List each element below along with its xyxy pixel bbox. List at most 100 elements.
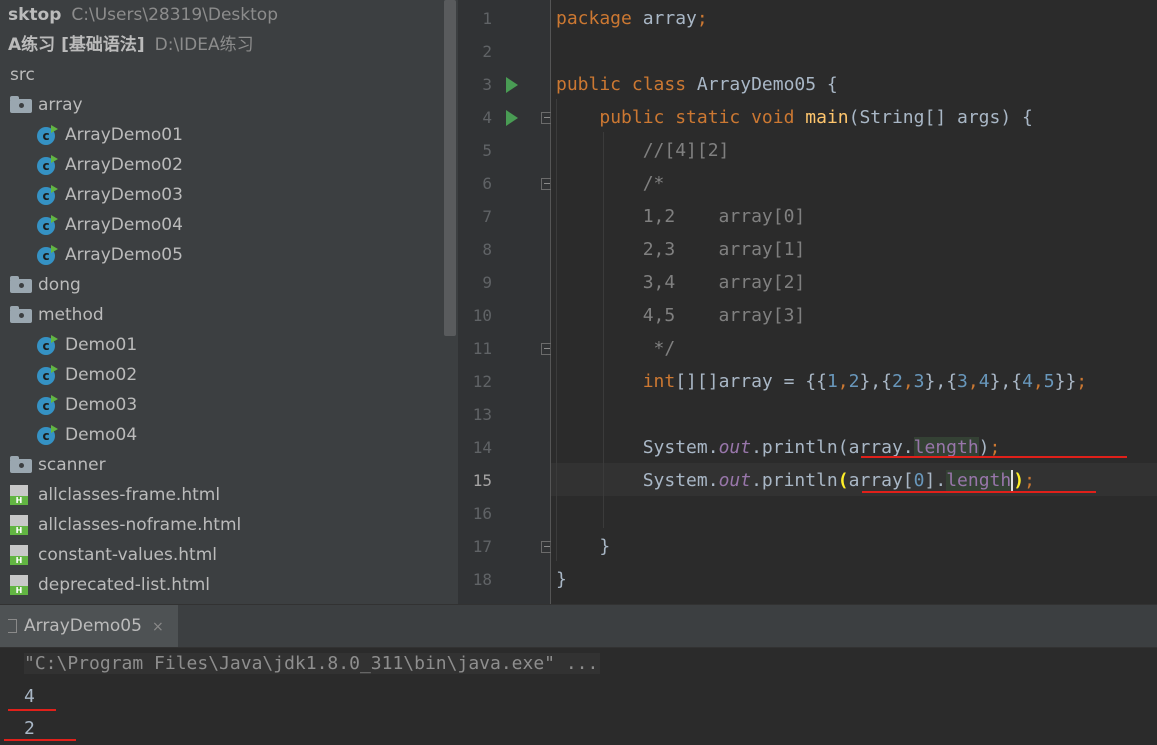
line-number: 14 <box>472 438 492 457</box>
tree-item-label: method <box>38 305 104 325</box>
tree-item[interactable]: src <box>10 60 35 90</box>
code-line[interactable]: /* <box>556 167 665 200</box>
red-annotation-line <box>861 456 1127 458</box>
java-class-icon: c <box>37 365 58 385</box>
line-number: 11 <box>472 339 492 358</box>
code-line[interactable]: public static void main(String[] args) { <box>556 101 1033 134</box>
line-number: 17 <box>472 537 492 556</box>
code-line[interactable]: 3,4 array[2] <box>556 266 806 299</box>
line-number: 6 <box>482 174 492 193</box>
tree-item[interactable]: c ArrayDemo03 <box>37 180 183 210</box>
html-file-icon: H <box>10 485 28 505</box>
line-number: 9 <box>482 273 492 292</box>
tree-item-label: allclasses-noframe.html <box>38 515 242 535</box>
red-annotation-line <box>8 709 56 711</box>
tree-item-label: scanner <box>38 455 106 475</box>
red-annotation-line <box>862 491 1096 493</box>
tree-item[interactable]: dong <box>10 270 81 300</box>
tree-item-label: Demo01 <box>65 335 138 355</box>
code-line[interactable]: 1,2 array[0] <box>556 200 806 233</box>
folder-icon <box>10 96 32 113</box>
tree-project-row[interactable]: A练习 [基础语法] D:\IDEA练习 <box>8 30 254 60</box>
code-line[interactable]: 2,3 array[1] <box>556 233 806 266</box>
tree-project-name: A练习 [基础语法] <box>8 35 145 55</box>
line-number: 5 <box>482 141 492 160</box>
red-annotation-line <box>4 739 76 741</box>
tree-item[interactable]: method <box>10 300 104 330</box>
tree-item-label: allclasses-frame.html <box>38 485 221 505</box>
line-number: 18 <box>472 570 492 589</box>
tree-item[interactable]: Hallclasses-noframe.html <box>10 510 241 540</box>
tree-item[interactable]: c Demo03 <box>37 390 137 420</box>
run-config-icon <box>8 619 17 633</box>
tree-item-label: dong <box>38 275 81 295</box>
tree-item[interactable]: c Demo01 <box>37 330 137 360</box>
line-number: 13 <box>472 405 492 424</box>
code-line[interactable]: } <box>556 530 610 563</box>
html-file-icon: H <box>10 545 28 565</box>
code-line[interactable]: */ <box>556 332 676 365</box>
folder-icon <box>10 306 32 323</box>
code-line[interactable]: System.out.println(array.length); <box>556 431 1000 464</box>
folder-icon <box>10 276 32 293</box>
code-line[interactable]: //[4][2] <box>556 134 730 167</box>
tree-item-label: ArrayDemo04 <box>65 215 183 235</box>
code-editor[interactable]: package array; public class ArrayDemo05 {… <box>551 0 1157 604</box>
code-line[interactable]: package array; <box>556 2 708 35</box>
line-number: 10 <box>472 306 492 325</box>
line-number: 16 <box>472 504 492 523</box>
tree-item-label: Demo03 <box>65 395 138 415</box>
code-line[interactable]: } <box>556 563 567 596</box>
java-class-icon: c <box>37 155 58 175</box>
run-icon[interactable] <box>506 77 518 93</box>
tree-item[interactable]: scanner <box>10 450 106 480</box>
tree-root-path: C:\Users\28319\Desktop <box>71 5 278 25</box>
tree-item-label: deprecated-list.html <box>38 575 211 595</box>
tree-item-label: Demo02 <box>65 365 138 385</box>
tree-root-desktop[interactable]: sktop C:\Users\28319\Desktop <box>8 0 278 30</box>
run-tab-label: ArrayDemo05 <box>24 616 142 636</box>
tree-root-name: sktop <box>8 5 62 25</box>
line-number: 2 <box>482 42 492 61</box>
tree-item-label: array <box>38 95 83 115</box>
line-number: 3 <box>482 75 492 94</box>
tree-scrollbar[interactable] <box>444 0 456 336</box>
java-class-icon: c <box>37 335 58 355</box>
tree-item[interactable]: c ArrayDemo01 <box>37 120 183 150</box>
tree-item[interactable]: Hdeprecated-list.html <box>10 570 210 600</box>
tree-item[interactable]: c ArrayDemo02 <box>37 150 183 180</box>
tree-item[interactable]: Hconstant-values.html <box>10 540 217 570</box>
folder-icon <box>10 456 32 473</box>
tree-item-label: ArrayDemo02 <box>65 155 183 175</box>
line-number: 8 <box>482 240 492 259</box>
html-file-icon: H <box>10 515 28 535</box>
java-class-icon: c <box>37 245 58 265</box>
tree-item[interactable]: c Demo04 <box>37 420 137 450</box>
code-line[interactable]: int[][]array = {{1,2},{2,3},{3,4},{4,5}}… <box>556 365 1087 398</box>
html-file-icon: H <box>10 575 28 595</box>
project-tree-panel: sktop C:\Users\28319\Desktop A练习 [基础语法] D:… <box>0 0 458 604</box>
console-command-line: "C:\Program Files\Java\jdk1.8.0_311\bin\… <box>24 648 601 680</box>
java-class-icon: c <box>37 395 58 415</box>
tree-item-label: ArrayDemo05 <box>65 245 183 265</box>
console-command-text: "C:\Program Files\Java\jdk1.8.0_311\bin\… <box>24 653 601 674</box>
tree-item[interactable]: Hallclasses-frame.html <box>10 480 220 510</box>
tree-item-label: constant-values.html <box>38 545 217 565</box>
tree-item[interactable]: c Demo02 <box>37 360 137 390</box>
tree-item[interactable]: c ArrayDemo04 <box>37 210 183 240</box>
run-tab-arraydemo05[interactable]: ArrayDemo05 × <box>0 605 178 647</box>
tree-item[interactable]: array <box>10 90 83 120</box>
close-icon[interactable]: × <box>152 619 164 635</box>
code-line[interactable]: 4,5 array[3] <box>556 299 806 332</box>
tree-item[interactable]: c ArrayDemo05 <box>37 240 183 270</box>
run-icon[interactable] <box>506 110 518 126</box>
code-line[interactable]: public class ArrayDemo05 { <box>556 68 838 101</box>
line-number: 1 <box>482 9 492 28</box>
tree-item-label: Demo04 <box>65 425 138 445</box>
run-tab-bar: ArrayDemo05 × <box>0 605 1157 648</box>
java-class-icon: c <box>37 125 58 145</box>
tree-item-label: ArrayDemo03 <box>65 185 183 205</box>
java-class-icon: c <box>37 425 58 445</box>
line-number: 7 <box>482 207 492 226</box>
line-number: 12 <box>472 372 492 391</box>
